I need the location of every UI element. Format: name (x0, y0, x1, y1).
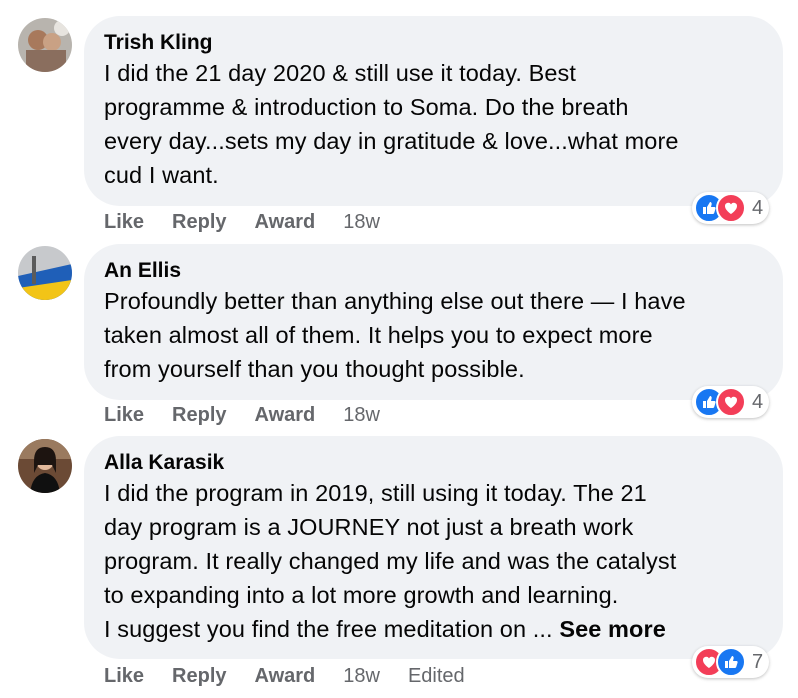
reaction-summary[interactable]: 4 (692, 192, 770, 224)
like-icon (716, 647, 746, 677)
award-button[interactable]: Award (255, 404, 316, 427)
comment-bubble: An Ellis Profoundly better than anything… (84, 244, 783, 400)
comment-actions: Like Reply Award 18w Edited (104, 661, 465, 691)
love-icon (716, 387, 746, 417)
comment-bubble: Trish Kling I did the 21 day 2020 & stil… (84, 16, 783, 206)
avatar[interactable] (18, 18, 72, 72)
reply-button[interactable]: Reply (172, 665, 226, 688)
comment-author[interactable]: Alla Karasik (104, 450, 763, 476)
reply-button[interactable]: Reply (172, 404, 226, 427)
comment-actions: Like Reply Award 18w (104, 400, 408, 430)
avatar[interactable] (18, 439, 72, 493)
comment-author[interactable]: Trish Kling (104, 30, 763, 56)
love-icon (716, 193, 746, 223)
see-more-link[interactable]: See more (559, 616, 666, 642)
comment-timestamp[interactable]: 18w (343, 404, 380, 427)
comment-text-line: Profoundly better than anything else out… (104, 288, 686, 314)
like-button[interactable]: Like (104, 404, 144, 427)
comment-text-line: day program is a JOURNEY not just a brea… (104, 514, 634, 540)
comment-timestamp[interactable]: 18w (343, 665, 380, 688)
comment-text-line: I suggest you find the free meditation o… (104, 612, 763, 646)
award-button[interactable]: Award (255, 211, 316, 234)
reaction-summary[interactable]: 7 (692, 646, 770, 678)
edited-label[interactable]: Edited (408, 665, 465, 688)
comment-text-line: taken almost all of them. It helps you t… (104, 322, 653, 348)
comment-text: Profoundly better than anything else out… (104, 284, 763, 386)
comment-text-line: cud I want. (104, 162, 219, 188)
comment-text-line: I did the 21 day 2020 & still use it tod… (104, 60, 577, 86)
comment-text: I did the program in 2019, still using i… (104, 476, 763, 646)
comment-author[interactable]: An Ellis (104, 258, 763, 284)
comment-text-line: to expanding into a lot more growth and … (104, 582, 619, 608)
comment-text-line: program. It really changed my life and w… (104, 548, 677, 574)
comment-text-line: every day...sets my day in gratitude & l… (104, 128, 679, 154)
comment-text-truncated: I suggest you find the free meditation o… (104, 616, 553, 642)
reaction-count: 7 (752, 650, 764, 673)
comment-text-line: I did the program in 2019, still using i… (104, 480, 647, 506)
like-button[interactable]: Like (104, 211, 144, 234)
comment-bubble: Alla Karasik I did the program in 2019, … (84, 436, 783, 659)
comment-text-line: from yourself than you thought possible. (104, 356, 525, 382)
reaction-count: 4 (752, 390, 764, 413)
avatar[interactable] (18, 246, 72, 300)
comment-timestamp[interactable]: 18w (343, 211, 380, 234)
award-button[interactable]: Award (255, 665, 316, 688)
like-button[interactable]: Like (104, 665, 144, 688)
comment-text: I did the 21 day 2020 & still use it tod… (104, 56, 763, 192)
comment-actions: Like Reply Award 18w (104, 207, 408, 237)
reaction-summary[interactable]: 4 (692, 386, 770, 418)
comment-text-line: programme & introduction to Soma. Do the… (104, 94, 629, 120)
reaction-count: 4 (752, 196, 764, 219)
reply-button[interactable]: Reply (172, 211, 226, 234)
